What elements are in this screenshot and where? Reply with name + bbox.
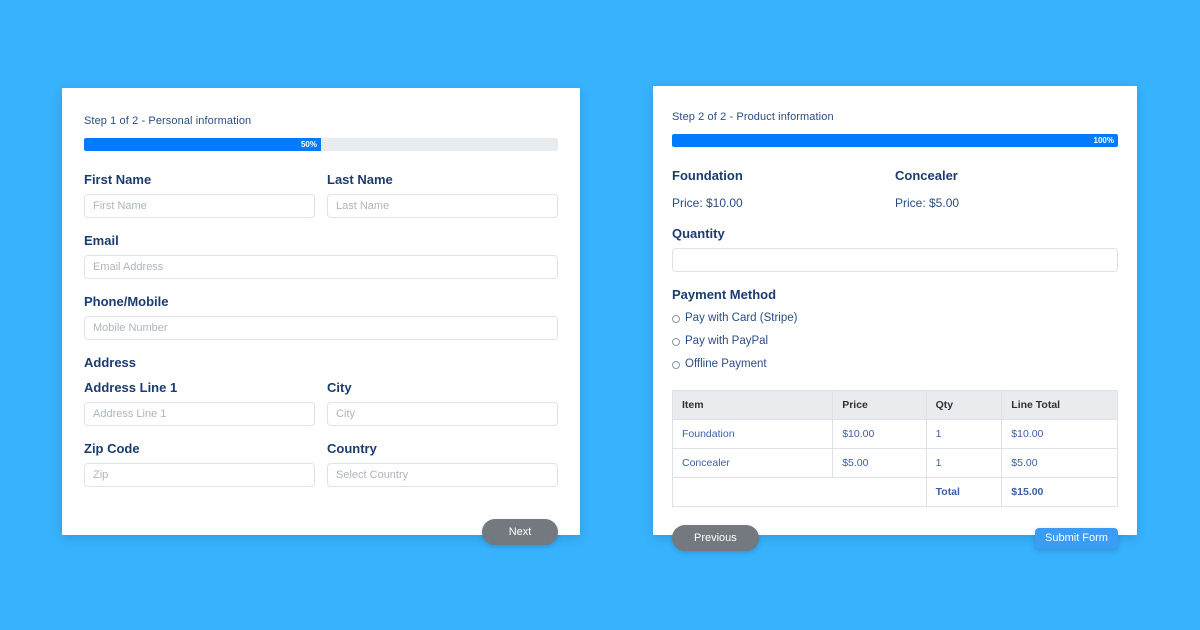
address-section-label: Address <box>84 355 137 370</box>
step-1-content: Step 1 of 2 - Personal information 50% F… <box>62 88 580 545</box>
zip-group: Zip Code <box>84 440 315 487</box>
payment-method-options: Pay with Card (Stripe) Pay with PayPal O… <box>672 311 1118 372</box>
table-row: Concealer $5.00 1 $5.00 <box>671 448 1118 478</box>
phone-group: Phone/Mobile <box>84 293 558 340</box>
step-1-heading: Step 1 of 2 - Personal information <box>84 115 252 127</box>
step-2-card: Step 2 of 2 - Product information 100% F… <box>653 86 1137 551</box>
column-header-item: Item <box>671 390 834 420</box>
radio-unchecked-icon[interactable] <box>672 337 680 346</box>
cell-item: Concealer <box>671 448 834 478</box>
order-summary-table: Item Price Qty Line Total Foundation $10… <box>671 390 1118 507</box>
total-label: Total <box>925 477 1003 507</box>
step-2-content: Step 2 of 2 - Product information 100% F… <box>653 86 1137 551</box>
product-price: Price: $5.00 <box>895 196 960 210</box>
email-group: Email <box>84 232 558 279</box>
cell-price: $5.00 <box>832 448 927 478</box>
payment-option-label: Pay with Card (Stripe) <box>685 312 798 324</box>
zip-input[interactable] <box>84 463 315 487</box>
table-row: Foundation $10.00 1 $10.00 <box>671 419 1118 449</box>
step-1-card: Step 1 of 2 - Personal information 50% F… <box>62 88 580 545</box>
step-2-progress-track: 100% <box>672 134 1118 147</box>
payment-option-label: Pay with PayPal <box>685 335 769 347</box>
zip-label: Zip Code <box>84 441 140 456</box>
zip-country-row: Zip Code Country <box>84 440 558 501</box>
total-value: $15.00 <box>1001 477 1118 507</box>
country-group: Country <box>327 440 558 487</box>
phone-label: Phone/Mobile <box>84 294 169 309</box>
city-input[interactable] <box>327 402 558 426</box>
name-row: First Name Last Name <box>84 171 558 232</box>
last-name-input[interactable] <box>327 194 558 218</box>
address-line-1-input[interactable] <box>84 402 315 426</box>
page-stage: Step 1 of 2 - Personal information 50% F… <box>0 0 1200 630</box>
phone-input[interactable] <box>84 316 558 340</box>
payment-option-label: Offline Payment <box>685 358 767 370</box>
cell-qty: 1 <box>925 448 1003 478</box>
product-concealer: Concealer Price: $5.00 <box>895 167 1118 211</box>
column-header-line-total: Line Total <box>1001 390 1118 420</box>
cell-line-total: $5.00 <box>1001 448 1118 478</box>
address-line-1-label: Address Line 1 <box>84 380 178 395</box>
product-foundation: Foundation Price: $10.00 <box>672 167 895 211</box>
quantity-group: Quantity <box>672 225 1118 272</box>
product-row: Foundation Price: $10.00 Concealer Price… <box>672 167 1118 211</box>
cell-price: $10.00 <box>832 419 927 449</box>
city-label: City <box>327 380 352 395</box>
step-2-button-row: Previous Submit Form <box>672 525 1118 551</box>
table-total-row: Total $15.00 <box>672 477 1118 507</box>
payment-option-paypal[interactable]: Pay with PayPal <box>672 334 1118 349</box>
email-input[interactable] <box>84 255 558 279</box>
address-city-row: Address Line 1 City <box>84 379 558 440</box>
quantity-input[interactable] <box>672 248 1118 272</box>
payment-method-label: Payment Method <box>672 287 777 302</box>
first-name-input[interactable] <box>84 194 315 218</box>
submit-form-button[interactable]: Submit Form <box>1035 527 1118 549</box>
city-group: City <box>327 379 558 426</box>
country-select[interactable] <box>327 463 558 487</box>
column-header-qty: Qty <box>925 390 1003 420</box>
email-label: Email <box>84 233 119 248</box>
quantity-label: Quantity <box>672 226 725 241</box>
cell-qty: 1 <box>925 419 1003 449</box>
last-name-group: Last Name <box>327 171 558 218</box>
radio-unchecked-icon[interactable] <box>672 314 680 323</box>
cell-item: Foundation <box>671 419 834 449</box>
first-name-group: First Name <box>84 171 315 218</box>
country-label: Country <box>327 441 377 456</box>
product-price: Price: $10.00 <box>672 196 743 210</box>
product-name: Foundation <box>672 168 743 183</box>
radio-unchecked-icon[interactable] <box>672 360 680 369</box>
step-1-button-row: Next <box>84 519 558 545</box>
product-name: Concealer <box>895 168 958 183</box>
last-name-label: Last Name <box>327 172 393 187</box>
payment-option-card[interactable]: Pay with Card (Stripe) <box>672 311 1118 326</box>
cell-line-total: $10.00 <box>1001 419 1118 449</box>
step-1-progress-track: 50% <box>84 138 558 151</box>
previous-button[interactable]: Previous <box>672 525 759 551</box>
step-2-heading: Step 2 of 2 - Product information <box>672 111 834 123</box>
next-button[interactable]: Next <box>482 519 558 545</box>
order-summary-header: Item Price Qty Line Total <box>671 390 1118 420</box>
first-name-label: First Name <box>84 172 152 187</box>
address-line-1-group: Address Line 1 <box>84 379 315 426</box>
column-header-price: Price <box>832 390 927 420</box>
payment-option-offline[interactable]: Offline Payment <box>672 357 1118 372</box>
total-spacer <box>672 477 927 507</box>
order-summary-body: Foundation $10.00 1 $10.00 Concealer $5.… <box>671 419 1118 507</box>
table-header-row: Item Price Qty Line Total <box>671 390 1118 420</box>
step-1-progress-bar: 50% <box>84 138 321 151</box>
step-2-progress-bar: 100% <box>672 134 1118 147</box>
